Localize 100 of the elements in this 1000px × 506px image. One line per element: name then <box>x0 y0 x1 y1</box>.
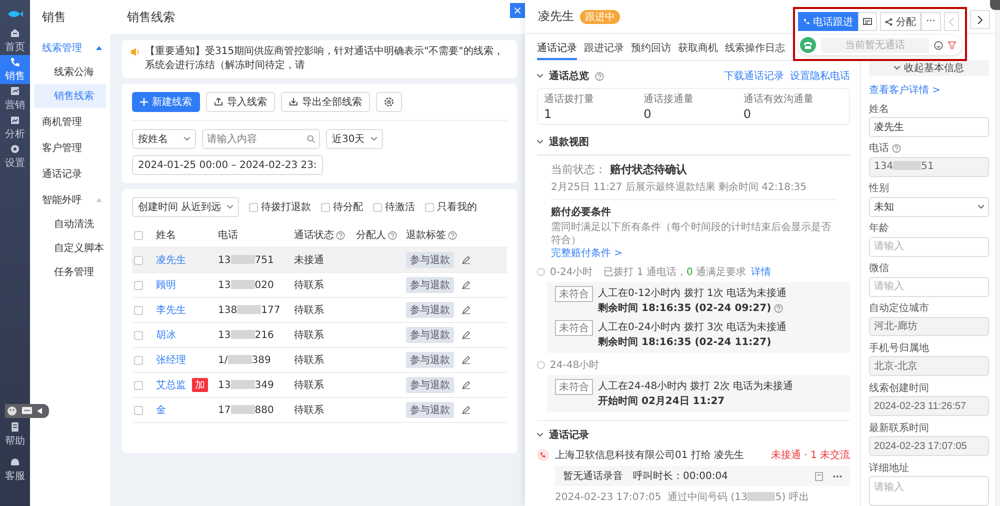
edit-icon[interactable] <box>462 331 470 339</box>
table-row[interactable]: 李先生 138 177 待联系 参与退款 <box>132 298 507 323</box>
range-dropdown[interactable]: 近30天 <box>326 129 383 149</box>
customer-details-link[interactable]: 查看客户详情 > <box>869 83 989 97</box>
rule-time: 剩余时间 18:16:35 (02-24 11:27) <box>598 336 772 349</box>
input-field[interactable]: 请输入 <box>869 476 989 506</box>
smiley-icon[interactable] <box>934 40 943 50</box>
table-row[interactable]: 张经理 1/ 389 待联系 参与退款 <box>132 348 507 373</box>
more-icon[interactable] <box>833 474 842 478</box>
checkbox[interactable] <box>134 230 143 240</box>
chat-icon[interactable] <box>22 407 32 415</box>
lead-name-link[interactable]: 顾明 <box>156 278 176 292</box>
column-header: 姓名 <box>156 229 176 242</box>
tab[interactable]: 线索操作日志 <box>725 37 785 60</box>
menu-group[interactable]: 智能外呼 <box>30 188 110 212</box>
edit-icon[interactable] <box>462 256 470 264</box>
field-label: 自动定位城市 <box>869 302 929 316</box>
lead-name-link[interactable]: 金 <box>156 403 166 417</box>
collapse-button[interactable]: 收起基本信息 <box>869 60 989 76</box>
menu-group[interactable]: 线索管理 <box>30 36 110 60</box>
lead-name-link[interactable]: 凌先生 <box>156 253 186 267</box>
refund-tag: 参与退款 <box>406 252 454 268</box>
nav-item[interactable]: 分析 <box>0 113 30 142</box>
checkbox[interactable] <box>134 380 143 390</box>
input-field[interactable]: 请输入 <box>869 276 989 297</box>
checkbox[interactable] <box>134 330 143 340</box>
checkbox[interactable] <box>134 406 143 414</box>
message-button[interactable] <box>858 12 877 31</box>
input-field[interactable]: 凌先生 <box>869 117 989 137</box>
checkbox[interactable] <box>321 202 330 212</box>
sort-dropdown[interactable]: 创建时间 从近到远 <box>132 197 240 217</box>
select-field[interactable]: 未知 <box>869 196 989 217</box>
input-field[interactable]: 请输入 <box>869 236 989 257</box>
edit-icon[interactable] <box>462 306 470 314</box>
deadline-note: 2月25日 11:27 后展示最终退款结果 剩余时间 42:18:35 <box>551 180 808 194</box>
lead-name-link[interactable]: 张经理 <box>156 353 186 367</box>
next-button[interactable] <box>970 10 990 29</box>
menu-item[interactable]: 自动清洗 <box>34 212 106 236</box>
edit-icon[interactable] <box>462 381 470 389</box>
privacy-phone-link[interactable]: 设置隐私电话 <box>790 69 850 83</box>
field-dropdown[interactable]: 按姓名 <box>132 129 196 149</box>
tab[interactable]: 跟进记录 <box>584 37 624 60</box>
nav-item[interactable]: 客服 <box>0 455 30 484</box>
checkbox[interactable] <box>134 256 143 264</box>
table-row[interactable]: 顾明 13 020 待联系 参与退款 <box>132 273 507 298</box>
nav-item[interactable]: 营销 <box>0 84 30 113</box>
caret-icon[interactable] <box>37 408 42 414</box>
menu-group[interactable]: 客户管理 <box>30 136 110 160</box>
tab[interactable]: 预约回访 <box>631 37 671 60</box>
table-cell-text: 待联系 <box>294 278 324 292</box>
menu-group[interactable]: 商机管理 <box>30 110 110 134</box>
export-button[interactable]: 导出全部线索 <box>281 92 370 112</box>
call-title: 上海卫软信息科技有限公司01 打给 凌先生 <box>555 448 744 462</box>
section-title: 退款视图 <box>549 136 589 149</box>
checkbox[interactable] <box>134 306 143 314</box>
checkbox[interactable] <box>134 280 143 290</box>
menu-item[interactable]: 线索公海 <box>34 60 106 84</box>
nav-item[interactable]: 销售 <box>0 55 30 84</box>
state-label: 当前状态： <box>551 162 606 177</box>
full-conditions-link[interactable]: 完整赔付条件 > <box>551 247 623 260</box>
checkbox[interactable] <box>134 356 143 364</box>
close-button[interactable]: × <box>510 3 525 18</box>
tab[interactable]: 获取商机 <box>678 37 718 60</box>
import-button[interactable]: 导入线索 <box>206 92 275 112</box>
details-link[interactable]: 详情 <box>751 265 771 279</box>
nav-item[interactable]: 设置 <box>0 142 30 171</box>
call-button[interactable]: 电话跟进 <box>798 12 858 31</box>
menu-item[interactable]: 销售线索 <box>34 84 106 108</box>
edit-icon[interactable] <box>462 406 470 414</box>
nav-item[interactable]: 首页 <box>0 26 30 55</box>
checkbox[interactable] <box>373 202 382 212</box>
date-range-field[interactable]: 2024-01-25 00:00 – 2024-02-23 23: <box>132 155 323 175</box>
lead-name-link[interactable]: 艾总监 <box>156 378 186 392</box>
menu-item[interactable]: 任务管理 <box>34 260 106 284</box>
new-lead-button[interactable]: 新建线索 <box>132 92 200 112</box>
lead-name-link[interactable]: 胡冰 <box>156 328 176 342</box>
nav-item[interactable]: 帮助 <box>0 420 30 449</box>
assign-button[interactable]: 分配 <box>880 12 921 31</box>
lead-name-link[interactable]: 李先生 <box>156 303 186 317</box>
collapse-tab[interactable] <box>990 0 1000 10</box>
checkbox[interactable] <box>425 202 434 212</box>
checkbox[interactable] <box>249 202 258 212</box>
edit-icon[interactable] <box>462 281 470 289</box>
more-button[interactable]: ··· <box>921 12 941 31</box>
table-row[interactable]: 金 17 880 待联系 参与退款 <box>132 398 507 423</box>
search-field[interactable]: 请输入内容 <box>202 129 320 149</box>
tab[interactable]: 通话记录 <box>537 37 577 60</box>
menu-item[interactable]: 自定义脚本 <box>34 236 106 260</box>
table-row[interactable]: 艾总监 加 13 349 待联系 参与退款 <box>132 373 507 398</box>
checkbox-label: 待分配 <box>333 200 364 214</box>
filter-icon[interactable] <box>948 41 956 49</box>
table-row[interactable]: 凌先生 13 751 未接通 参与退款 <box>132 248 507 273</box>
stat-value: 1 <box>544 107 553 121</box>
menu-group[interactable]: 通话记录 <box>30 162 110 186</box>
phone-icon <box>800 37 816 53</box>
table-row[interactable]: 胡冰 13 216 待联系 参与退款 <box>132 323 507 348</box>
settings-button[interactable] <box>376 92 402 112</box>
download-link[interactable]: 下载通话记录 <box>724 69 784 83</box>
edit-icon[interactable] <box>462 356 470 364</box>
smiley-icon[interactable] <box>7 406 17 416</box>
